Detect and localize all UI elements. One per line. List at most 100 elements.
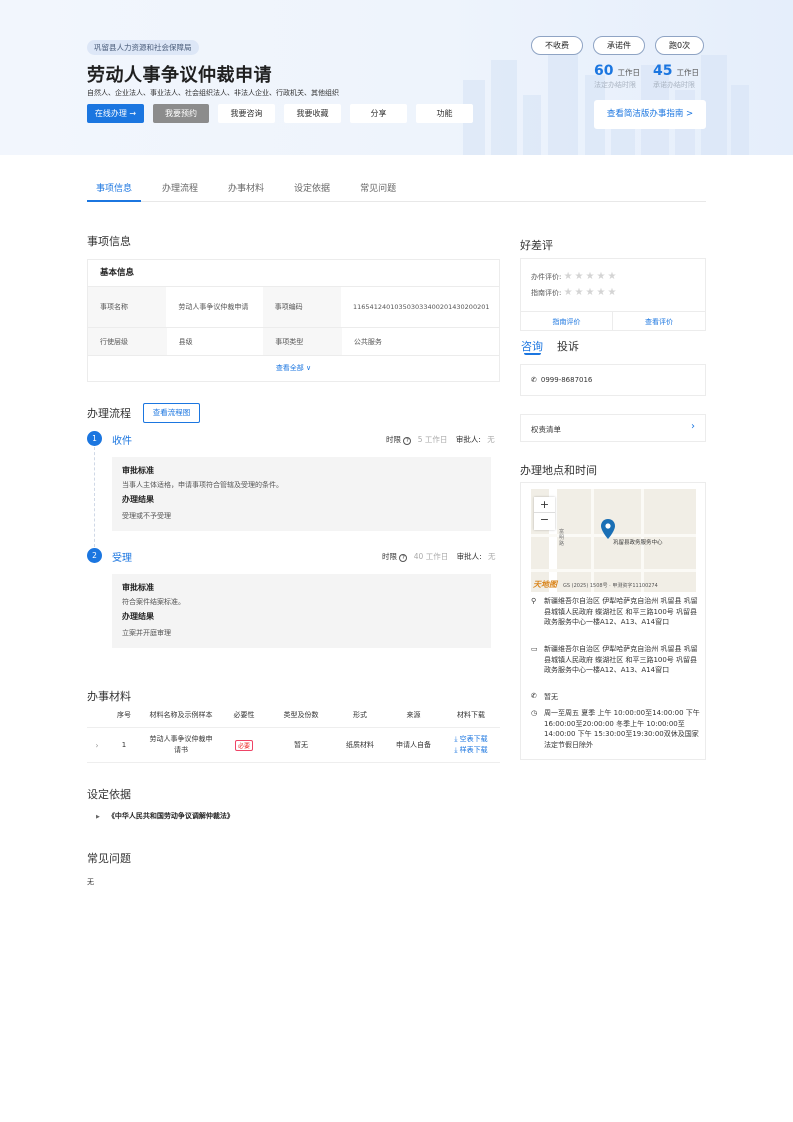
materials-header: 序号 材料名称及示例样本 必要性 类型及份数 形式 来源 材料下载	[87, 710, 500, 720]
chevron-right-icon: ›	[691, 421, 695, 432]
zoom-control: + −	[534, 497, 555, 530]
tab-complaint[interactable]: 投诉	[557, 338, 579, 354]
hours-text: 周一至周五 夏季 上午 10:00:00至14:00:00 下午 16:00:0…	[544, 709, 700, 749]
map-place-label: 巩留县政务服务中心	[613, 540, 663, 546]
row-value: 116541240103503033400201430200201	[353, 303, 490, 311]
step-detail: 审批标准 当事人主体适格，申请事项符合管辖及受理的条件。 办理结果 受理或不予受…	[112, 457, 491, 531]
item-info-title: 事项信息	[87, 235, 131, 248]
time-limit-value: 40 工作日	[413, 552, 449, 561]
phone-icon: ✆	[531, 692, 537, 700]
calendar-icon: ▭	[531, 645, 538, 653]
material-form: 纸质材料	[346, 741, 374, 749]
address-row: ⚲ 新疆维吾尔自治区 伊犁哈萨克自治州 巩留县 巩留县城镇人民政府 蝶湖社区 和…	[531, 596, 701, 628]
tab-item-info[interactable]: 事项信息	[87, 180, 142, 202]
promise-days: 45	[653, 63, 673, 79]
map-logo: 天地图	[533, 580, 557, 589]
standard-text: 符合案件结案标准。	[122, 598, 185, 606]
approver-label: 审批人:	[456, 552, 482, 561]
help-icon[interactable]: ?	[403, 437, 412, 445]
rights-list-label: 权责清单	[531, 425, 561, 434]
legal-days: 60	[594, 63, 614, 79]
online-apply-button[interactable]: 在线办理 →	[87, 104, 144, 123]
row-value: 县级	[178, 337, 193, 346]
star-rating-icon[interactable]: ★★★★★	[564, 271, 619, 282]
tab-materials[interactable]: 办事材料	[219, 180, 273, 202]
col-header: 来源	[406, 711, 421, 719]
location-phone-row: ✆ 暂无	[531, 692, 701, 702]
rights-list-link[interactable]: 权责清单 ›	[520, 414, 706, 442]
expand-chevron-icon[interactable]: ›	[87, 741, 107, 750]
location-phone: 暂无	[544, 693, 558, 701]
step-name: 受理	[112, 553, 132, 564]
table-row: 事项名称 劳动人事争议仲裁申请 事项编码 1165412401035030334…	[88, 287, 499, 328]
promise-unit: 工作日	[676, 68, 699, 77]
basis-item[interactable]: ▶ 《中华人民共和国劳动争议调解仲裁法》	[96, 811, 234, 821]
location-title: 办理地点和时间	[520, 464, 597, 477]
map[interactable]: + − 富明路 巩留县政务服务中心 天地图 GS (2025) 1508号 · …	[531, 489, 696, 592]
basic-info-title: 基本信息	[88, 260, 499, 287]
time-limit-label: 时限	[386, 435, 401, 444]
rating-box: 办件评价: ★★★★★ 指南评价: ★★★★★ 指南评价 查看评价	[520, 258, 706, 331]
location-box: + − 富明路 巩留县政务服务中心 天地图 GS (2025) 1508号 · …	[520, 482, 706, 760]
sample-form-download-link[interactable]: ⤓ 样表下载	[442, 745, 500, 756]
timeline-line	[94, 447, 95, 547]
handle-rating-label: 办件评价:	[531, 273, 562, 281]
tab-faq[interactable]: 常见问题	[351, 180, 405, 202]
step-number: 1	[87, 431, 102, 446]
row-value: 劳动人事争议仲裁申请	[178, 303, 249, 311]
window-text: 新疆维吾尔自治区 伊犁哈萨克自治州 巩留县 巩留县城镇人民政府 蝶湖社区 和平三…	[544, 645, 698, 674]
faq-content: 无	[87, 878, 94, 886]
help-icon[interactable]: ?	[399, 554, 408, 562]
simple-guide-button[interactable]: 查看简洁版办事指南 >	[594, 100, 706, 129]
table-row: 行使层级 县级 事项类型 公共服务	[88, 328, 499, 356]
window-row: ▭ 新疆维吾尔自治区 伊犁哈萨克自治州 巩留县 巩留县城镇人民政府 蝶湖社区 和…	[531, 644, 701, 676]
result-label: 办理结果	[122, 612, 154, 621]
standard-label: 审批标准	[122, 466, 154, 475]
map-copyright: GS (2025) 1508号 · 甲测资字11100274	[563, 583, 658, 589]
step-name: 收件	[112, 436, 132, 447]
material-index: 1	[121, 741, 127, 749]
tab-consult[interactable]: 咨询	[521, 338, 543, 354]
view-all-link[interactable]: 查看全部 ∨	[88, 356, 499, 381]
share-button[interactable]: 分享	[350, 104, 407, 123]
handle-rating-row: 办件评价: ★★★★★	[531, 271, 618, 282]
col-header: 材料名称及示例样本	[149, 711, 213, 719]
download-links: ⤓ 空表下载 ⤓ 样表下载	[442, 734, 500, 756]
result-text: 受理或不予受理	[122, 512, 171, 520]
view-flowchart-button[interactable]: 查看流程图	[143, 403, 200, 423]
result-label: 办理结果	[122, 495, 154, 504]
star-rating-icon[interactable]: ★★★★★	[564, 287, 619, 298]
zoom-out-button[interactable]: −	[534, 513, 555, 529]
legal-unit: 工作日	[617, 68, 640, 77]
consult-phone-row: ✆ 0999-8687016	[531, 376, 592, 384]
hours-row: ◷ 周一至周五 夏季 上午 10:00:00至14:00:00 下午 16:00…	[531, 708, 701, 750]
material-source: 申请人自备	[396, 741, 431, 749]
standard-text: 当事人主体适格，申请事项符合管辖及受理的条件。	[122, 481, 283, 489]
favorite-button[interactable]: 我要收藏	[284, 104, 341, 123]
col-header: 形式	[353, 711, 367, 719]
function-button[interactable]: 功能	[416, 104, 473, 123]
consult-box: ✆ 0999-8687016	[520, 364, 706, 396]
map-marker-icon[interactable]	[601, 519, 615, 539]
appointment-button[interactable]: 我要预约	[153, 104, 209, 123]
view-rating-button[interactable]: 查看评价	[613, 312, 705, 331]
legal-time-limit: 60 工作日 法定办结时限	[594, 63, 640, 90]
col-header: 序号	[117, 711, 131, 719]
step-meta: 时限 ? 5 工作日 审批人: 无	[386, 434, 495, 445]
page-title: 劳动人事争议仲裁申请	[87, 65, 272, 86]
tab-process[interactable]: 办理流程	[153, 180, 207, 202]
guide-rating-button[interactable]: 指南评价	[521, 312, 613, 331]
zoom-in-button[interactable]: +	[534, 497, 555, 513]
approver-value: 无	[488, 552, 496, 561]
blank-form-download-link[interactable]: ⤓ 空表下载	[442, 734, 500, 745]
tab-basis[interactable]: 设定依据	[285, 180, 339, 202]
time-limit-label: 时限	[382, 552, 397, 561]
guide-rating-row: 指南评价: ★★★★★	[531, 287, 618, 298]
required-badge: 必要	[234, 739, 253, 751]
consult-button[interactable]: 我要咨询	[218, 104, 275, 123]
rating-title: 好差评	[520, 239, 553, 252]
standard-label: 审批标准	[122, 583, 154, 592]
legal-label: 法定办结时限	[594, 81, 636, 89]
basis-law-name: 《中华人民共和国劳动争议调解仲裁法》	[107, 812, 234, 820]
